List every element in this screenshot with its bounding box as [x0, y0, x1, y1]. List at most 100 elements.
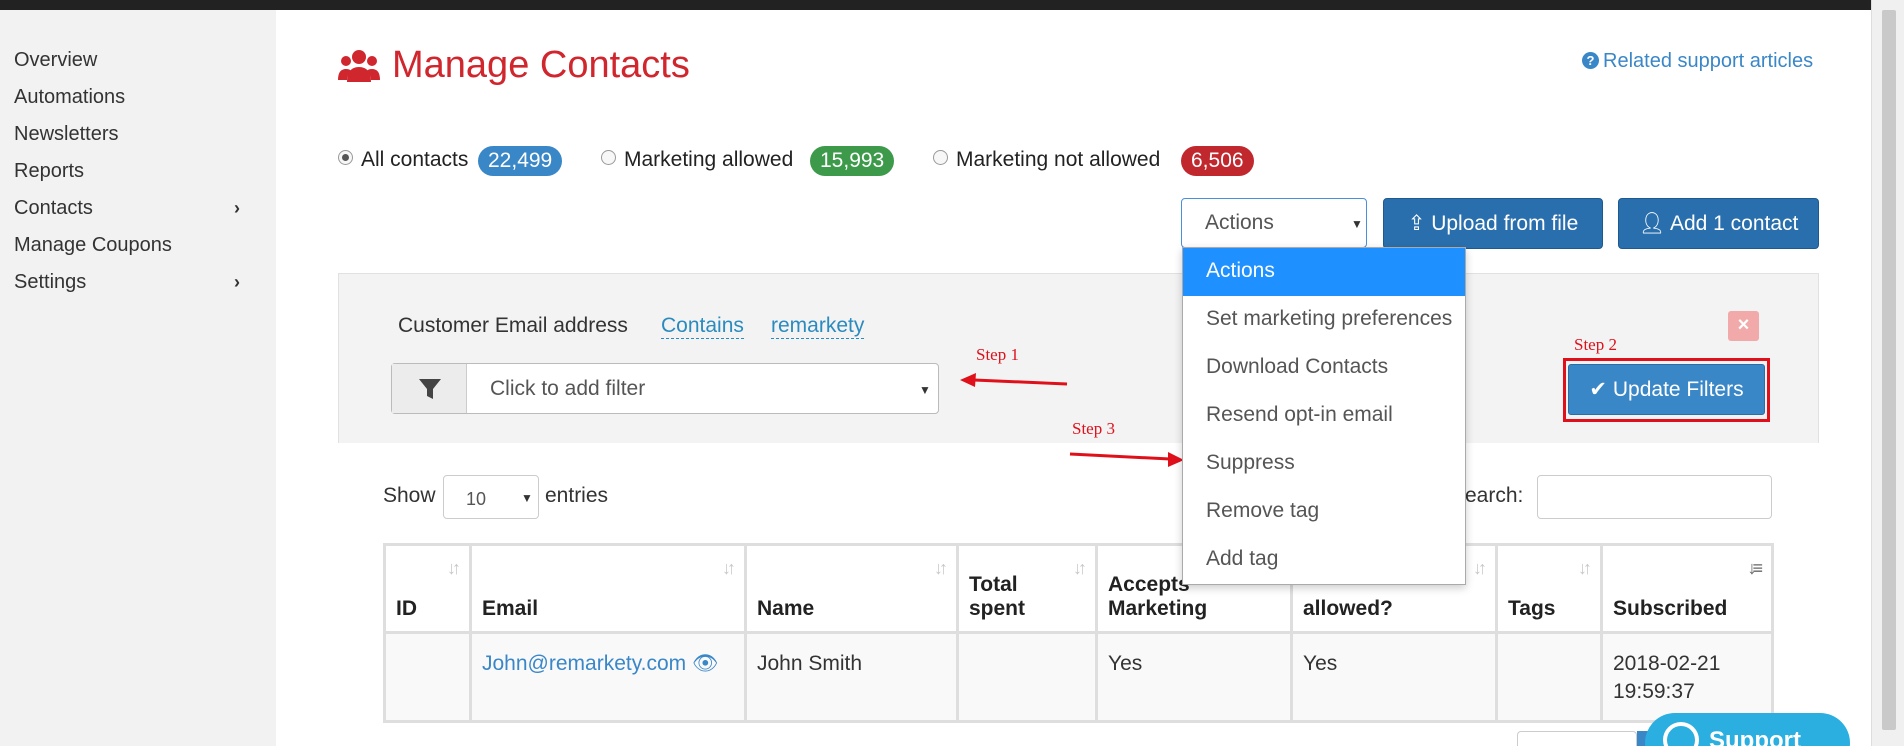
- sidebar-item-automations[interactable]: Automations: [14, 86, 125, 109]
- filter-operator-link[interactable]: Contains: [661, 314, 744, 339]
- sort-icon[interactable]: ↓↑: [722, 558, 736, 579]
- entries-value: 10: [466, 489, 487, 509]
- filter-field-label: Customer Email address: [398, 314, 628, 337]
- update-filters-button[interactable]: ✔ Update Filters: [1568, 364, 1765, 415]
- add-filter-select[interactable]: Click to add filter ▼: [391, 363, 939, 414]
- menu-item-download-contacts[interactable]: Download Contacts: [1183, 344, 1465, 392]
- sidebar: Overview Automations Newsletters Reports…: [0, 10, 276, 746]
- sort-icon[interactable]: ↓↑: [447, 558, 461, 579]
- filter-icon: [419, 379, 441, 399]
- upload-from-file-button[interactable]: ⇪ Upload from file: [1383, 198, 1603, 249]
- support-label: Support: [1709, 727, 1801, 746]
- scrollbar[interactable]: [1871, 0, 1904, 746]
- contacts-table: ID ↓↑ Email ↓↑ Name ↓↑ Total spent ↓↑ Accepts…: [383, 543, 1774, 723]
- menu-item-remove-tag[interactable]: Remove tag: [1183, 488, 1465, 536]
- step3-arrow: [1069, 452, 1184, 467]
- column-header-subscribed[interactable]: Subscribed ↓≡: [1600, 543, 1774, 634]
- marketing-allowed-count-badge: 15,993: [810, 146, 895, 176]
- show-label: Show: [383, 484, 436, 507]
- column-header-id[interactable]: ID ↓↑: [383, 543, 472, 634]
- update-filters-label: Update Filters: [1612, 378, 1744, 401]
- sort-icon[interactable]: ↓↑: [1073, 558, 1087, 579]
- sort-icon[interactable]: ↓↑: [1473, 558, 1487, 579]
- marketing-not-allowed-label[interactable]: Marketing not allowed: [956, 148, 1160, 172]
- column-header-email[interactable]: Email ↓↑: [469, 543, 747, 634]
- actions-dropdown-menu: Actions Set marketing preferences Downlo…: [1182, 247, 1466, 585]
- entries-per-page-select[interactable]: 10 ▼: [443, 475, 539, 519]
- menu-item-resend-opt-in-email[interactable]: Resend opt-in email: [1183, 392, 1465, 440]
- radio-all-contacts[interactable]: [338, 150, 353, 165]
- sidebar-item-reports[interactable]: Reports: [14, 160, 84, 183]
- menu-item-set-marketing-preferences[interactable]: Set marketing preferences: [1183, 296, 1465, 344]
- pagination-prev[interactable]: [1517, 731, 1637, 746]
- users-icon: [338, 50, 380, 82]
- caret-down-icon: ▼: [1351, 217, 1363, 231]
- filter-addon: [392, 364, 467, 413]
- caret-down-icon: ▼: [521, 491, 533, 505]
- step1-annotation: Step 1: [976, 345, 1019, 364]
- step3-annotation: Step 3: [1072, 419, 1115, 438]
- email-link[interactable]: John@remarkety.com: [482, 652, 686, 675]
- search-input[interactable]: [1537, 475, 1772, 519]
- step2-annotation: Step 2: [1574, 335, 1617, 354]
- actions-select-value: Actions: [1205, 211, 1274, 234]
- menu-item-add-tag[interactable]: Add tag: [1183, 536, 1465, 584]
- check-icon: ✔: [1589, 378, 1608, 401]
- cell-allowed: Yes: [1290, 631, 1498, 723]
- support-link-label[interactable]: Related support articles: [1603, 50, 1813, 72]
- page-title: Manage Contacts: [392, 44, 690, 86]
- upload-icon: ⇪: [1407, 212, 1426, 235]
- cell-name: John Smith: [744, 631, 959, 723]
- close-icon[interactable]: ×: [1728, 311, 1759, 341]
- menu-item-suppress[interactable]: Suppress: [1183, 440, 1465, 488]
- support-widget-button[interactable]: Support: [1645, 713, 1850, 746]
- column-header-tags[interactable]: Tags ↓↑: [1495, 543, 1603, 634]
- add-contact-label: Add 1 contact: [1669, 212, 1799, 235]
- table-header-row: ID ↓↑ Email ↓↑ Name ↓↑ Total spent ↓↑ Accepts…: [383, 543, 1774, 634]
- cell-total-spent: [956, 631, 1098, 723]
- radio-marketing-not-allowed[interactable]: [933, 150, 948, 165]
- user-plus-icon: 👤︎: [1638, 212, 1666, 235]
- scrollbar-thumb[interactable]: [1882, 10, 1896, 730]
- chevron-right-icon[interactable]: ›: [234, 272, 240, 293]
- marketing-not-allowed-count-badge: 6,506: [1181, 146, 1254, 176]
- caret-down-icon: ▼: [919, 383, 931, 397]
- sort-icon[interactable]: ↓↑: [1578, 558, 1592, 579]
- support-icon: [1663, 722, 1699, 746]
- upload-label: Upload from file: [1431, 212, 1579, 235]
- column-header-total-spent[interactable]: Total spent ↓↑: [956, 543, 1098, 634]
- table-row[interactable]: John@remarkety.com 👁︎ John Smith Yes Yes…: [383, 631, 1774, 723]
- sort-icon[interactable]: ↓↑: [934, 558, 948, 579]
- step1-arrow: [960, 373, 1068, 387]
- subscribed-date: 2018-02-21: [1613, 652, 1721, 675]
- sidebar-item-manage-coupons[interactable]: Manage Coupons: [14, 234, 172, 257]
- add-filter-placeholder: Click to add filter: [490, 377, 646, 400]
- entries-label: entries: [545, 484, 609, 507]
- sidebar-item-newsletters[interactable]: Newsletters: [14, 123, 118, 146]
- marketing-allowed-label[interactable]: Marketing allowed: [624, 148, 793, 172]
- cell-id: [383, 631, 472, 723]
- chevron-right-icon[interactable]: ›: [234, 198, 240, 219]
- support-articles-link[interactable]: ? Related support articles: [1582, 50, 1813, 73]
- cell-accepts-marketing: Yes: [1095, 631, 1293, 723]
- cell-email[interactable]: John@remarkety.com 👁︎: [469, 631, 747, 723]
- eye-icon[interactable]: 👁︎: [692, 652, 719, 675]
- menu-item-actions[interactable]: Actions: [1183, 248, 1465, 296]
- cell-tags: [1495, 631, 1603, 723]
- search-label: earch:: [1465, 484, 1524, 507]
- sidebar-item-overview[interactable]: Overview: [14, 49, 97, 72]
- filter-value-link[interactable]: remarkety: [771, 314, 865, 339]
- all-contacts-count-badge: 22,499: [478, 146, 563, 176]
- column-header-name[interactable]: Name ↓↑: [744, 543, 959, 634]
- cell-subscribed: 2018-02-21 19:59:37: [1600, 631, 1774, 723]
- sort-desc-icon[interactable]: ↓≡: [1747, 558, 1762, 579]
- question-circle-icon: ?: [1582, 52, 1599, 69]
- all-contacts-label[interactable]: All contacts: [361, 148, 468, 172]
- top-bar: [0, 0, 1904, 10]
- actions-select[interactable]: Actions ▼: [1181, 198, 1367, 248]
- sidebar-item-contacts[interactable]: Contacts: [14, 197, 93, 220]
- radio-marketing-allowed[interactable]: [601, 150, 616, 165]
- add-contact-button[interactable]: 👤︎ Add 1 contact: [1618, 198, 1819, 249]
- subscribed-time: 19:59:37: [1613, 680, 1695, 703]
- sidebar-item-settings[interactable]: Settings: [14, 271, 86, 294]
